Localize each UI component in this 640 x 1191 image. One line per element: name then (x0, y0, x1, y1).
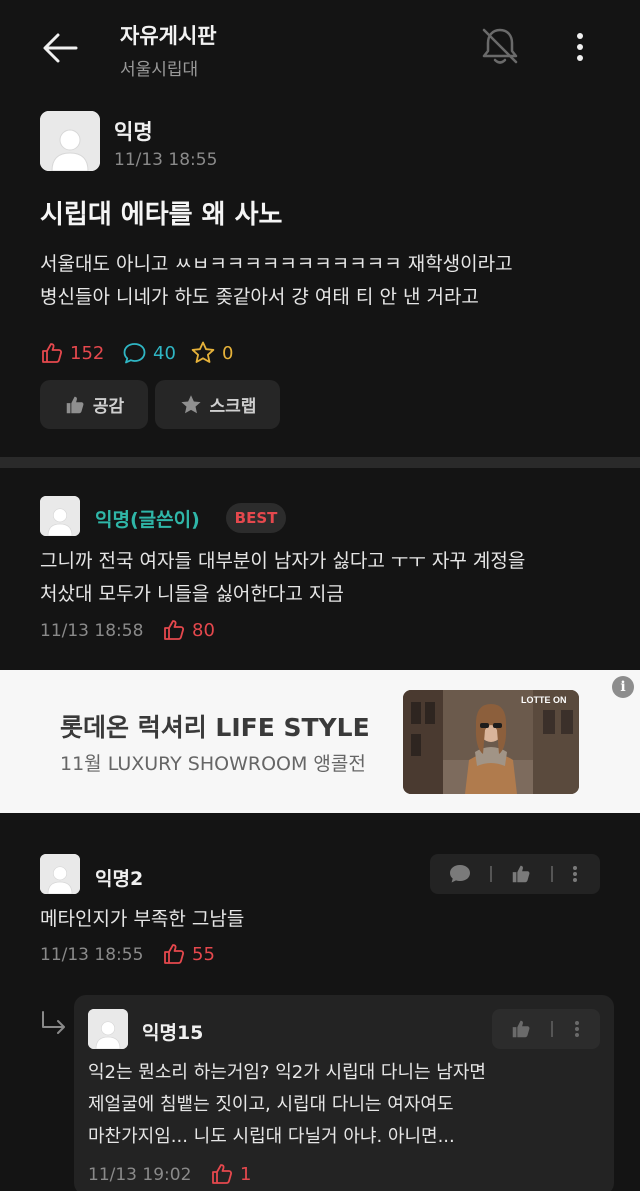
comment-body-line: 그니까 전국 여자들 대부분이 남자가 싫다고 ㅜㅜ 자꾸 계정을 (40, 550, 526, 572)
scrap-button[interactable]: 스크랩 (155, 380, 280, 429)
post-like-count: 152 (40, 340, 104, 366)
comment-time: 11/13 18:55 (40, 945, 144, 965)
comment-action-bar (430, 854, 600, 894)
comment-like-count-value: 55 (192, 943, 215, 965)
post-scrap-count-value: 0 (222, 342, 234, 364)
reply-body: 익2는 뭔소리 하는거임? 익2가 시립대 다니는 남자면 제얼굴에 침뱉는 짓… (88, 1057, 608, 1153)
reply-time: 11/13 19:02 (88, 1165, 192, 1185)
comment-like-count-value: 80 (192, 619, 215, 641)
reply-card: 익명15 익2는 뭔소리 하는거임? 익2가 시립대 다니는 남자면 제얼굴에 … (74, 995, 614, 1191)
reply-icon[interactable] (448, 863, 472, 885)
more-options-button[interactable] (566, 28, 594, 68)
thumb-up-icon (164, 944, 185, 964)
comment-author-avatar (40, 496, 80, 536)
ad-title: 롯데온 럭셔리 LIFE STYLE (60, 713, 370, 742)
comment-body: 메타인지가 부족한 그남들 (40, 903, 600, 936)
comment-author-avatar (40, 854, 80, 894)
reply-like-count-value: 1 (240, 1163, 252, 1185)
reply-like-count: 1 (210, 1161, 251, 1187)
reply-action-bar (492, 1009, 600, 1049)
ad-info-icon[interactable]: i (612, 676, 634, 698)
reply-author-avatar (88, 1009, 128, 1049)
tool-separator (551, 1021, 553, 1037)
ad-banner[interactable]: 롯데온 럭셔리 LIFE STYLE 11월 LUXURY SHOWROOM 앵… (0, 670, 640, 813)
notification-toggle-button[interactable] (478, 24, 522, 68)
more-vertical-icon (577, 33, 583, 61)
more-vertical-icon[interactable] (568, 864, 582, 884)
more-vertical-icon[interactable] (570, 1019, 584, 1039)
thumb-up-icon (42, 343, 63, 363)
tool-separator (551, 866, 553, 882)
thumb-up-icon (212, 1164, 233, 1184)
board-subtitle: 서울시립대 (120, 60, 199, 80)
best-badge: BEST (226, 503, 286, 533)
reply-body-line: 익2는 뭔소리 하는거임? 익2가 시립대 다니는 남자면 (88, 1062, 486, 1083)
scrap-button-label: 스크랩 (209, 397, 257, 417)
comment-bubble-icon (123, 343, 146, 364)
comment-author-name: 익명(글쓴이) (95, 509, 200, 531)
reply-body-line: 제얼굴에 침뱉는 짓이고, 시립대 다니는 여자여도 (88, 1094, 454, 1115)
ad-logo: LOTTE ON (521, 695, 567, 705)
post-time: 11/13 18:55 (114, 150, 218, 170)
comment-body-line: 처샀대 모두가 니들을 싫어한다고 지금 (40, 583, 344, 605)
post-comment-count-value: 40 (153, 342, 176, 364)
comment-time: 11/13 18:58 (40, 621, 144, 641)
post-body: 서울대도 아니고 ㅆㅂㅋㅋㅋㅋㅋㅋㅋㅋㅋㅋㅋ 재학생이라고 병신들아 니네가 하… (40, 248, 620, 314)
reply-author-name: 익명15 (142, 1022, 204, 1044)
like-button-label: 공감 (92, 397, 125, 417)
ad-image[interactable]: LOTTE ON (403, 690, 579, 794)
ad-subtitle: 11월 LUXURY SHOWROOM 앵콜전 (60, 753, 366, 775)
comment-like-count: 80 (162, 617, 215, 643)
post-like-count-value: 152 (70, 342, 105, 364)
post-scrap-count: 0 (190, 340, 233, 366)
post-title: 시립대 에타를 왜 사노 (40, 200, 283, 230)
post-body-line: 서울대도 아니고 ㅆㅂㅋㅋㅋㅋㅋㅋㅋㅋㅋㅋㅋ 재학생이라고 (40, 253, 513, 275)
post-body-line: 병신들아 니네가 하도 좆같아서 걍 여태 티 안 낸 거라고 (40, 286, 479, 308)
back-arrow-icon (43, 33, 78, 63)
reply-body-line: 마찬가지임... 니도 시립대 다닐거 아냐. 아니면... (88, 1126, 455, 1147)
bell-off-icon (482, 28, 518, 64)
post-author-name: 익명 (114, 120, 153, 144)
comment-body-line: 메타인지가 부족한 그남들 (40, 908, 245, 930)
star-icon (191, 341, 215, 363)
comment-author-name: 익명2 (95, 868, 144, 890)
back-button[interactable] (38, 28, 82, 68)
board-title: 자유게시판 (120, 24, 217, 48)
comment-like-count: 55 (162, 941, 215, 967)
like-button[interactable]: 공감 (40, 380, 148, 429)
thumb-up-icon[interactable] (510, 1018, 532, 1040)
app-header: 자유게시판 서울시립대 (0, 0, 640, 100)
section-divider (0, 457, 640, 468)
thumb-up-icon (66, 396, 84, 413)
thumb-up-icon[interactable] (510, 863, 532, 885)
tool-separator (490, 866, 492, 882)
post-comment-count: 40 (122, 340, 176, 366)
post-author-avatar (40, 111, 100, 171)
reply-arrow-icon (40, 1010, 68, 1036)
thumb-up-icon (164, 620, 185, 640)
comment-body: 그니까 전국 여자들 대부분이 남자가 싫다고 ㅜㅜ 자꾸 계정을 처샀대 모두… (40, 545, 620, 611)
star-icon (180, 394, 201, 413)
